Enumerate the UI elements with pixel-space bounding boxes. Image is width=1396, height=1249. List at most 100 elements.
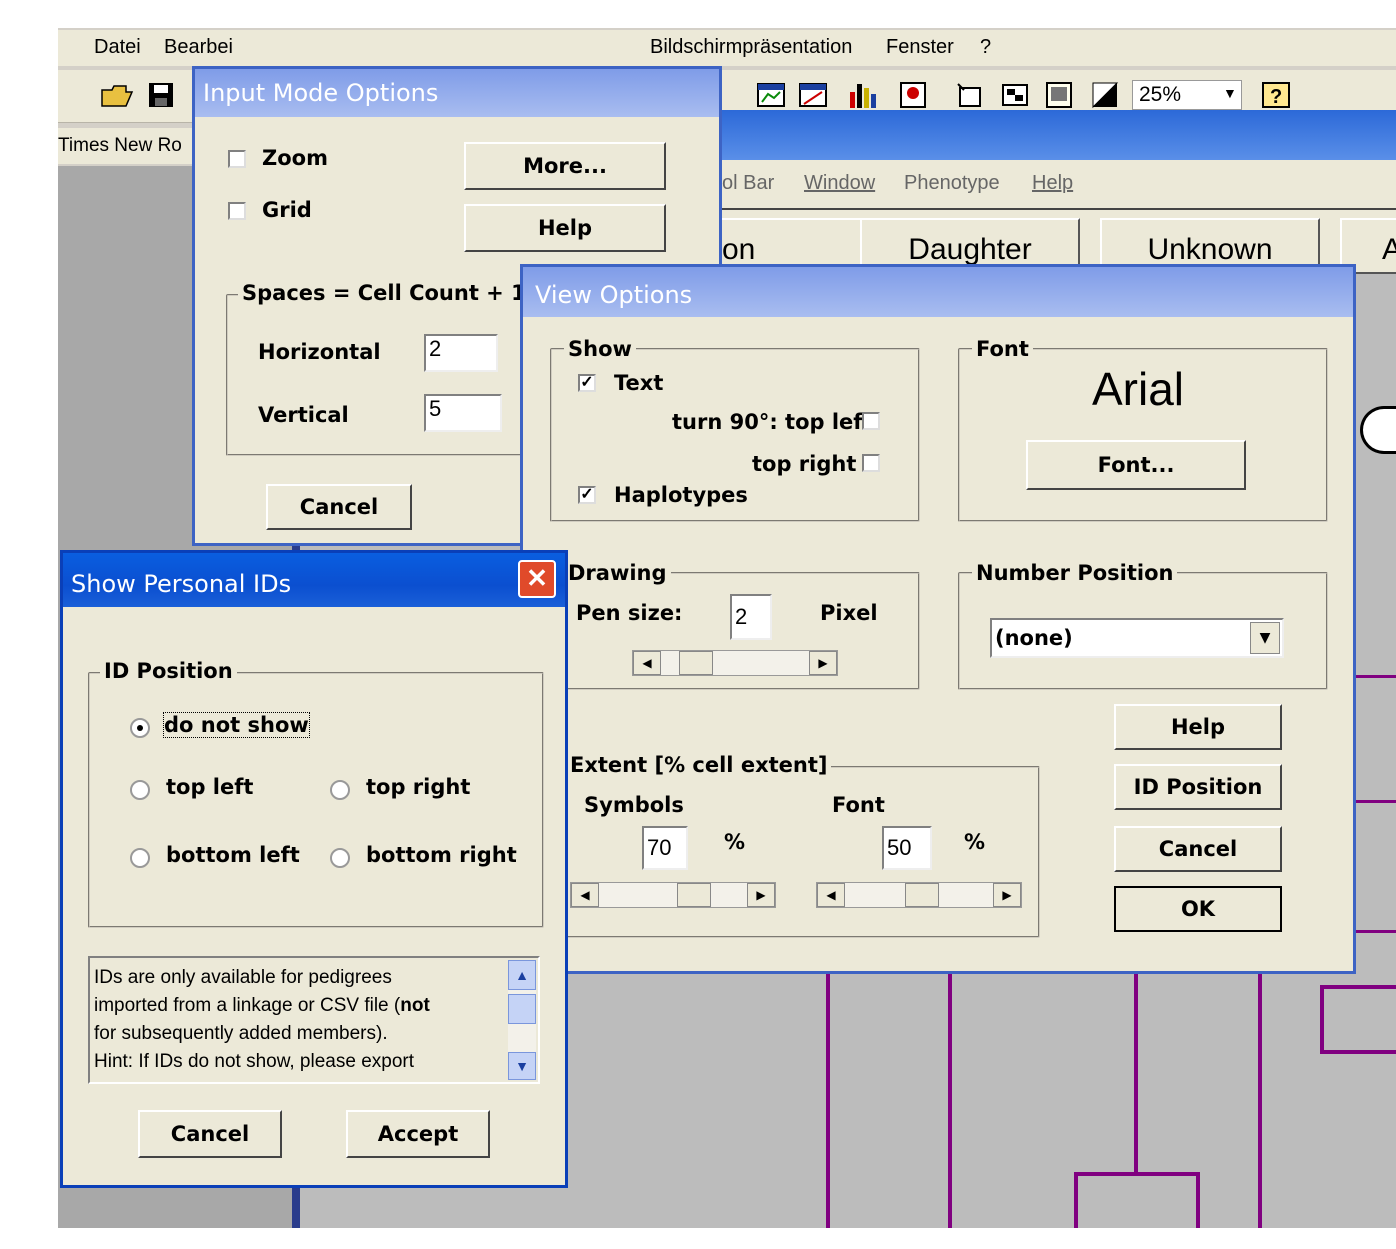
input-mode-title: Input Mode Options xyxy=(195,69,719,117)
id-position-group xyxy=(88,672,544,928)
menu-help[interactable]: ? xyxy=(980,36,991,59)
arrow-right-icon[interactable]: ▶ xyxy=(809,651,837,675)
drawing-group-label: Drawing xyxy=(564,561,671,585)
save-icon[interactable] xyxy=(146,80,176,110)
symbols-slider[interactable]: ◀ ▶ xyxy=(570,882,776,908)
pedigree-line xyxy=(1074,1172,1200,1176)
view-options-title: View Options xyxy=(523,267,1353,317)
view-options-cancel-button[interactable]: Cancel xyxy=(1114,826,1282,872)
scrollbar-thumb[interactable] xyxy=(508,994,536,1024)
number-position-select[interactable]: (none) ▼ xyxy=(990,618,1284,658)
color-grayscale-icon[interactable] xyxy=(1090,80,1120,110)
info-line: imported from a linkage or CSV file (not xyxy=(94,995,430,1016)
turn-top-left-checkbox[interactable] xyxy=(862,412,880,430)
font-name-display: Arial xyxy=(1092,363,1185,415)
menu-datei[interactable]: Datei xyxy=(94,36,141,59)
more-button[interactable]: More... xyxy=(464,142,666,190)
grid-checkbox[interactable] xyxy=(228,202,246,220)
id-position-group-label: ID Position xyxy=(100,659,237,683)
personal-ids-cancel-button[interactable]: Cancel xyxy=(138,1110,282,1158)
show-group-label: Show xyxy=(564,337,636,361)
radio-bottom-right[interactable] xyxy=(330,848,350,868)
slider-thumb[interactable] xyxy=(679,651,713,675)
vertical-input[interactable]: 5 xyxy=(424,394,502,432)
number-position-group-label: Number Position xyxy=(972,561,1178,585)
symbols-label: Symbols xyxy=(584,793,684,817)
extent-group-label: Extent [% cell extent] xyxy=(566,753,832,777)
zoom-label: Zoom xyxy=(262,146,328,170)
pedigree-line xyxy=(1134,970,1138,1175)
bar-chart-icon[interactable] xyxy=(846,80,880,110)
inner-menu-window[interactable]: Window xyxy=(804,172,875,195)
haplotypes-label: Haplotypes xyxy=(614,483,748,507)
zoom-checkbox[interactable] xyxy=(228,150,246,168)
table-icon[interactable] xyxy=(798,80,828,110)
zoom-dropdown[interactable]: 25% ▼ xyxy=(1132,80,1242,110)
font-percent-label: % xyxy=(964,830,986,854)
horizontal-input[interactable]: 2 xyxy=(424,334,498,372)
radio-top-left[interactable] xyxy=(130,780,150,800)
horizontal-label: Horizontal xyxy=(258,340,381,364)
pen-size-input[interactable]: 2 xyxy=(730,594,772,640)
inner-menu-phenotype[interactable]: Phenotype xyxy=(904,172,1000,195)
text-label: Text xyxy=(614,371,664,395)
open-folder-icon[interactable] xyxy=(100,80,134,110)
font-group-label: Font xyxy=(972,337,1033,361)
chevron-down-icon[interactable]: ▼ xyxy=(1250,622,1280,654)
chevron-up-icon[interactable]: ▲ xyxy=(508,960,536,990)
slider-thumb[interactable] xyxy=(905,883,939,907)
font-name-box[interactable]: Times New Ro xyxy=(58,128,198,164)
chevron-down-icon[interactable]: ▼ xyxy=(508,1052,536,1080)
radio-bottom-left[interactable] xyxy=(130,848,150,868)
info-line: IDs are only available for pedigrees xyxy=(94,967,392,988)
haplotypes-checkbox[interactable]: ✓ xyxy=(578,486,596,504)
pedigree-line xyxy=(1196,1172,1200,1228)
svg-text:?: ? xyxy=(1270,86,1282,108)
new-slide-icon[interactable] xyxy=(954,80,984,110)
pixel-label: Pixel xyxy=(820,601,878,625)
ok-button[interactable]: OK xyxy=(1114,886,1282,932)
pen-size-slider[interactable]: ◀ ▶ xyxy=(632,650,838,676)
personal-ids-title: Show Personal IDs xyxy=(63,553,565,607)
pedigree-line xyxy=(1352,930,1396,933)
radio-do-not-show[interactable] xyxy=(130,718,150,738)
menu-bildschirmpraesentation[interactable]: Bildschirmpräsentation xyxy=(650,36,852,59)
chart-icon[interactable] xyxy=(756,80,786,110)
menu-fenster[interactable]: Fenster xyxy=(886,36,954,59)
close-icon[interactable]: ✕ xyxy=(518,560,556,598)
info-scrollbar[interactable]: ▲ ▼ xyxy=(508,960,536,1080)
arrow-left-icon[interactable]: ◀ xyxy=(633,651,661,675)
info-textbox[interactable]: IDs are only available for pedigrees imp… xyxy=(88,956,540,1084)
help-question-icon[interactable]: ? xyxy=(1260,80,1292,110)
bottom-right-label: bottom right xyxy=(366,843,517,867)
font-extent-input[interactable]: 50 xyxy=(882,826,932,870)
pedigree-line xyxy=(1320,985,1396,989)
menu-bearbeiten[interactable]: Bearbei xyxy=(164,36,233,59)
arrow-right-icon[interactable]: ▶ xyxy=(993,883,1021,907)
text-checkbox[interactable]: ✓ xyxy=(578,374,596,392)
input-mode-help-button[interactable]: Help xyxy=(464,204,666,252)
top-right-checkbox[interactable] xyxy=(862,454,880,472)
id-position-button[interactable]: ID Position xyxy=(1114,764,1282,810)
arrow-left-icon[interactable]: ◀ xyxy=(817,883,845,907)
layout-icon[interactable] xyxy=(1000,80,1030,110)
accept-button[interactable]: Accept xyxy=(346,1110,490,1158)
arrow-right-icon[interactable]: ▶ xyxy=(747,883,775,907)
radio-top-right[interactable] xyxy=(330,780,350,800)
inner-menu-help[interactable]: Help xyxy=(1032,172,1073,195)
arrow-left-icon[interactable]: ◀ xyxy=(571,883,599,907)
input-mode-cancel-button[interactable]: Cancel xyxy=(266,484,412,530)
pedigree-line xyxy=(1352,675,1396,678)
map-icon[interactable] xyxy=(898,80,928,110)
design-icon[interactable] xyxy=(1044,80,1074,110)
slider-thumb[interactable] xyxy=(677,883,711,907)
turn-top-left-label: turn 90°: top left xyxy=(672,410,873,434)
view-options-help-button[interactable]: Help xyxy=(1114,704,1282,750)
info-line: for subsequently added members). xyxy=(94,1023,388,1044)
font-button[interactable]: Font... xyxy=(1026,440,1246,490)
pedigree-line xyxy=(1352,800,1396,803)
symbols-input[interactable]: 70 xyxy=(642,826,688,870)
bottom-left-label: bottom left xyxy=(166,843,300,867)
font-extent-slider[interactable]: ◀ ▶ xyxy=(816,882,1022,908)
inner-menu-toolbar[interactable]: ol Bar xyxy=(722,172,774,195)
